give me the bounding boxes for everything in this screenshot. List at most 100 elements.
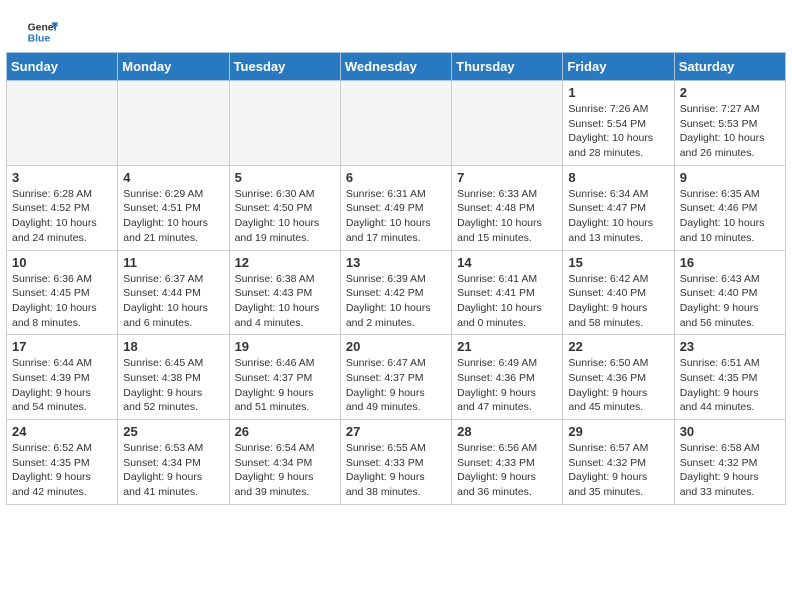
day-number: 7 xyxy=(457,170,557,185)
calendar-cell xyxy=(229,81,340,166)
day-info: Sunrise: 6:50 AM Sunset: 4:36 PM Dayligh… xyxy=(568,356,668,415)
logo: General Blue xyxy=(26,16,58,48)
calendar-cell: 16Sunrise: 6:43 AM Sunset: 4:40 PM Dayli… xyxy=(674,250,785,335)
day-number: 13 xyxy=(346,255,446,270)
day-number: 9 xyxy=(680,170,780,185)
day-info: Sunrise: 6:47 AM Sunset: 4:37 PM Dayligh… xyxy=(346,356,446,415)
day-number: 18 xyxy=(123,339,223,354)
day-number: 10 xyxy=(12,255,112,270)
calendar-week-row: 1 Sunrise: 7:26 AM Sunset: 5:54 PM Daylig… xyxy=(7,81,786,166)
day-number: 23 xyxy=(680,339,780,354)
day-info: Sunrise: 6:54 AM Sunset: 4:34 PM Dayligh… xyxy=(235,441,335,500)
calendar-cell: 26 Sunrise: 6:54 AM Sunset: 4:34 PM Dayli… xyxy=(229,420,340,505)
day-info: Sunrise: 6:30 AM Sunset: 4:50 PM Dayligh… xyxy=(235,187,335,246)
day-number: 12 xyxy=(235,255,335,270)
day-info: Sunrise: 6:45 AM Sunset: 4:38 PM Dayligh… xyxy=(123,356,223,415)
day-number: 5 xyxy=(235,170,335,185)
calendar-cell: 3 Sunrise: 6:28 AM Sunset: 4:52 PM Daylig… xyxy=(7,165,118,250)
day-info: Sunrise: 6:58 AM Sunset: 4:32 PM Dayligh… xyxy=(680,441,780,500)
day-number: 24 xyxy=(12,424,112,439)
calendar-cell: 28 Sunrise: 6:56 AM Sunset: 4:33 PM Dayli… xyxy=(452,420,563,505)
day-info: Sunrise: 6:53 AM Sunset: 4:34 PM Dayligh… xyxy=(123,441,223,500)
calendar-week-row: 24 Sunrise: 6:52 AM Sunset: 4:35 PM Dayli… xyxy=(7,420,786,505)
calendar-cell: 23 Sunrise: 6:51 AM Sunset: 4:35 PM Dayli… xyxy=(674,335,785,420)
calendar-cell: 9 Sunrise: 6:35 AM Sunset: 4:46 PM Daylig… xyxy=(674,165,785,250)
day-info: Sunrise: 6:49 AM Sunset: 4:36 PM Dayligh… xyxy=(457,356,557,415)
day-info: Sunrise: 6:37 AM Sunset: 4:44 PM Dayligh… xyxy=(123,272,223,331)
calendar-cell: 2Sunrise: 7:27 AM Sunset: 5:53 PM Daylig… xyxy=(674,81,785,166)
day-number: 21 xyxy=(457,339,557,354)
calendar-header-row: SundayMondayTuesdayWednesdayThursdayFrid… xyxy=(7,53,786,81)
day-number: 30 xyxy=(680,424,780,439)
svg-text:Blue: Blue xyxy=(28,34,51,45)
day-number: 22 xyxy=(568,339,668,354)
day-number: 4 xyxy=(123,170,223,185)
day-info: Sunrise: 6:46 AM Sunset: 4:37 PM Dayligh… xyxy=(235,356,335,415)
weekday-header-saturday: Saturday xyxy=(674,53,785,81)
calendar-cell: 25 Sunrise: 6:53 AM Sunset: 4:34 PM Dayli… xyxy=(118,420,229,505)
calendar-cell: 24 Sunrise: 6:52 AM Sunset: 4:35 PM Dayli… xyxy=(7,420,118,505)
day-info: Sunrise: 7:26 AM Sunset: 5:54 PM Dayligh… xyxy=(568,102,668,161)
day-number: 3 xyxy=(12,170,112,185)
weekday-header-thursday: Thursday xyxy=(452,53,563,81)
weekday-header-friday: Friday xyxy=(563,53,674,81)
calendar-cell: 5 Sunrise: 6:30 AM Sunset: 4:50 PM Daylig… xyxy=(229,165,340,250)
day-info: Sunrise: 6:38 AM Sunset: 4:43 PM Dayligh… xyxy=(235,272,335,331)
day-number: 28 xyxy=(457,424,557,439)
day-info: Sunrise: 6:33 AM Sunset: 4:48 PM Dayligh… xyxy=(457,187,557,246)
calendar-cell xyxy=(118,81,229,166)
calendar-cell: 19 Sunrise: 6:46 AM Sunset: 4:37 PM Dayli… xyxy=(229,335,340,420)
calendar-cell: 7 Sunrise: 6:33 AM Sunset: 4:48 PM Daylig… xyxy=(452,165,563,250)
day-info: Sunrise: 6:34 AM Sunset: 4:47 PM Dayligh… xyxy=(568,187,668,246)
calendar-week-row: 17 Sunrise: 6:44 AM Sunset: 4:39 PM Dayli… xyxy=(7,335,786,420)
day-number: 25 xyxy=(123,424,223,439)
day-info: Sunrise: 6:57 AM Sunset: 4:32 PM Dayligh… xyxy=(568,441,668,500)
calendar-cell: 1 Sunrise: 7:26 AM Sunset: 5:54 PM Daylig… xyxy=(563,81,674,166)
day-info: Sunrise: 6:39 AM Sunset: 4:42 PM Dayligh… xyxy=(346,272,446,331)
weekday-header-tuesday: Tuesday xyxy=(229,53,340,81)
calendar-cell: 21 Sunrise: 6:49 AM Sunset: 4:36 PM Dayli… xyxy=(452,335,563,420)
logo-icon: General Blue xyxy=(26,16,58,48)
day-info: Sunrise: 6:51 AM Sunset: 4:35 PM Dayligh… xyxy=(680,356,780,415)
calendar-cell xyxy=(452,81,563,166)
day-info: Sunrise: 6:55 AM Sunset: 4:33 PM Dayligh… xyxy=(346,441,446,500)
day-info: Sunrise: 6:56 AM Sunset: 4:33 PM Dayligh… xyxy=(457,441,557,500)
day-number: 2 xyxy=(680,85,780,100)
day-info: Sunrise: 6:36 AM Sunset: 4:45 PM Dayligh… xyxy=(12,272,112,331)
calendar-cell: 17 Sunrise: 6:44 AM Sunset: 4:39 PM Dayli… xyxy=(7,335,118,420)
day-info: Sunrise: 6:29 AM Sunset: 4:51 PM Dayligh… xyxy=(123,187,223,246)
calendar-cell: 15 Sunrise: 6:42 AM Sunset: 4:40 PM Dayli… xyxy=(563,250,674,335)
day-info: Sunrise: 6:52 AM Sunset: 4:35 PM Dayligh… xyxy=(12,441,112,500)
day-number: 6 xyxy=(346,170,446,185)
day-info: Sunrise: 6:35 AM Sunset: 4:46 PM Dayligh… xyxy=(680,187,780,246)
day-info: Sunrise: 6:42 AM Sunset: 4:40 PM Dayligh… xyxy=(568,272,668,331)
calendar-cell: 11 Sunrise: 6:37 AM Sunset: 4:44 PM Dayli… xyxy=(118,250,229,335)
day-number: 29 xyxy=(568,424,668,439)
day-info: Sunrise: 6:41 AM Sunset: 4:41 PM Dayligh… xyxy=(457,272,557,331)
calendar-cell: 20 Sunrise: 6:47 AM Sunset: 4:37 PM Dayli… xyxy=(340,335,451,420)
weekday-header-wednesday: Wednesday xyxy=(340,53,451,81)
day-number: 19 xyxy=(235,339,335,354)
day-number: 1 xyxy=(568,85,668,100)
day-info: Sunrise: 6:28 AM Sunset: 4:52 PM Dayligh… xyxy=(12,187,112,246)
day-number: 8 xyxy=(568,170,668,185)
page-header: General Blue xyxy=(6,0,786,52)
calendar-cell: 12 Sunrise: 6:38 AM Sunset: 4:43 PM Dayli… xyxy=(229,250,340,335)
day-number: 11 xyxy=(123,255,223,270)
day-info: Sunrise: 6:44 AM Sunset: 4:39 PM Dayligh… xyxy=(12,356,112,415)
calendar-cell: 30 Sunrise: 6:58 AM Sunset: 4:32 PM Dayli… xyxy=(674,420,785,505)
calendar-table: SundayMondayTuesdayWednesdayThursdayFrid… xyxy=(6,52,786,505)
calendar-cell: 27 Sunrise: 6:55 AM Sunset: 4:33 PM Dayli… xyxy=(340,420,451,505)
day-number: 20 xyxy=(346,339,446,354)
calendar-cell: 10 Sunrise: 6:36 AM Sunset: 4:45 PM Dayli… xyxy=(7,250,118,335)
day-number: 17 xyxy=(12,339,112,354)
calendar-cell: 14Sunrise: 6:41 AM Sunset: 4:41 PM Dayli… xyxy=(452,250,563,335)
calendar-cell: 4 Sunrise: 6:29 AM Sunset: 4:51 PM Daylig… xyxy=(118,165,229,250)
day-number: 15 xyxy=(568,255,668,270)
day-number: 27 xyxy=(346,424,446,439)
calendar-cell: 22 Sunrise: 6:50 AM Sunset: 4:36 PM Dayli… xyxy=(563,335,674,420)
day-info: Sunrise: 6:43 AM Sunset: 4:40 PM Dayligh… xyxy=(680,272,780,331)
day-number: 26 xyxy=(235,424,335,439)
weekday-header-monday: Monday xyxy=(118,53,229,81)
calendar-cell: 18 Sunrise: 6:45 AM Sunset: 4:38 PM Dayli… xyxy=(118,335,229,420)
